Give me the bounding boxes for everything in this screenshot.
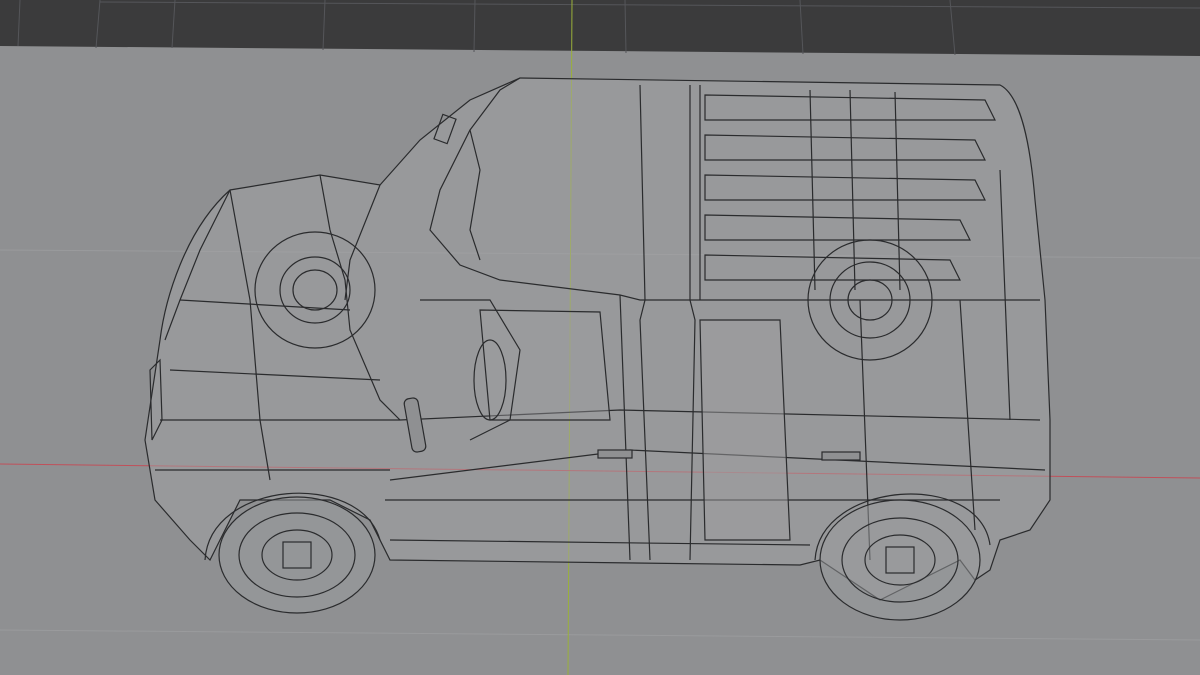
door-handle-rear [821, 451, 861, 461]
3d-viewport[interactable] [0, 0, 1200, 675]
door-handle-front [597, 449, 633, 459]
